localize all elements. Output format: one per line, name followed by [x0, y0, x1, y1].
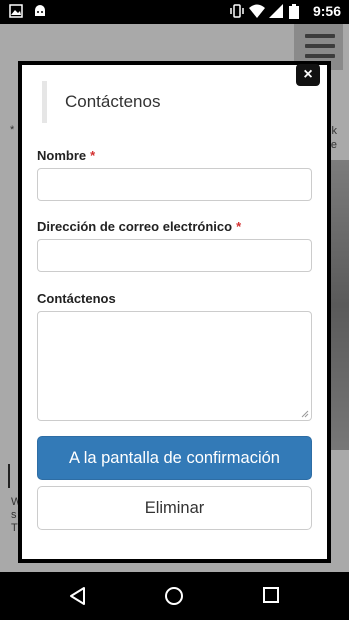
contact-modal: Contáctenos Nombre * Dirección de correo …: [18, 61, 331, 563]
battery-icon: [288, 4, 303, 19]
background-text: *: [10, 124, 15, 136]
recents-icon[interactable]: [262, 586, 280, 609]
android-icon: [33, 4, 47, 18]
delete-button[interactable]: Eliminar: [37, 486, 312, 530]
modal-title: Contáctenos: [42, 81, 160, 123]
navigation-bar: [0, 572, 349, 620]
background-divider: [8, 464, 10, 488]
vibrate-icon: [229, 4, 244, 18]
background-text-right: k e: [330, 125, 337, 151]
confirm-button[interactable]: A la pantalla de confirmación: [37, 436, 312, 480]
email-input[interactable]: [37, 239, 312, 272]
name-input[interactable]: [37, 168, 312, 201]
resize-grip-icon[interactable]: [301, 410, 309, 418]
status-bar: 9:56: [0, 0, 349, 24]
email-label: Dirección de correo electrónico *: [37, 219, 242, 234]
back-icon[interactable]: [68, 586, 88, 611]
clock: 9:56: [312, 3, 341, 19]
close-icon[interactable]: ×: [296, 64, 320, 86]
wifi-icon: [248, 4, 265, 18]
signal-icon: [268, 4, 283, 18]
message-label: Contáctenos: [37, 291, 116, 306]
name-label: Nombre *: [37, 148, 96, 163]
image-icon: [9, 4, 23, 18]
home-icon[interactable]: [164, 586, 184, 611]
message-textarea[interactable]: [37, 311, 312, 421]
